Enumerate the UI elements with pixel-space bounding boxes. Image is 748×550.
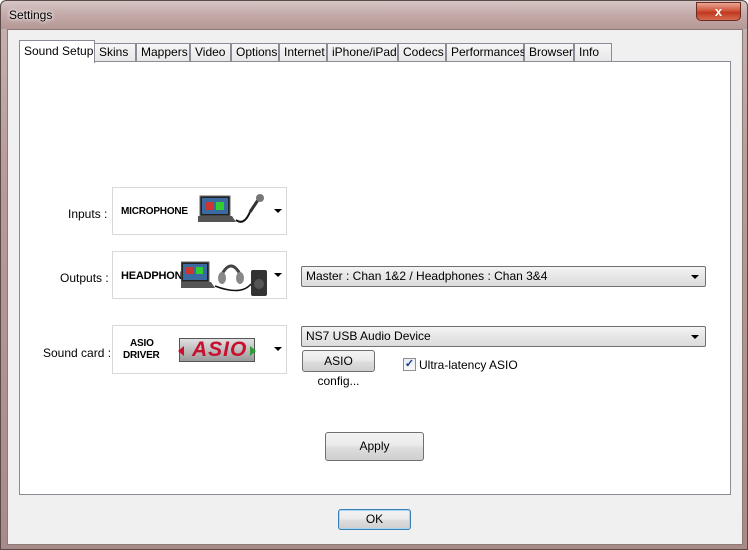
title-bar[interactable]: Settings x [1,1,747,29]
settings-window: Settings x Sound Setup Skins Mappers Vid… [0,0,748,550]
chevron-down-icon [274,347,282,351]
tab-iphone-ipad[interactable]: iPhone/iPad [327,43,398,62]
close-icon: x [714,4,723,19]
chevron-down-icon [691,275,699,279]
chevron-down-icon [274,209,282,213]
outputs-selector[interactable]: HEADPHONES [112,251,287,299]
chevron-down-icon [274,273,282,277]
asio-right-arrow-icon [250,346,256,356]
sound-device-select[interactable]: NS7 USB Audio Device [301,326,706,347]
asio-config-button[interactable]: ASIO config... [302,350,375,388]
tab-codecs[interactable]: Codecs [398,43,446,62]
tab-performances[interactable]: Performances [446,43,526,62]
tab-mappers[interactable]: Mappers [136,43,190,62]
ultra-latency-label: Ultra-latency ASIO [419,358,518,372]
tab-internet[interactable]: Internet [279,43,327,62]
asio-driver-line1: ASIO [130,338,154,349]
ok-button[interactable]: OK [338,509,411,530]
outputs-label: Outputs : [60,271,109,285]
sound-card-label: Sound card : [43,346,112,360]
sound-card-selector[interactable]: ASIO DRIVER ASIO [112,325,287,374]
close-button[interactable]: x [696,2,741,21]
asio-left-arrow-icon [178,346,184,356]
tab-sound-setup[interactable]: Sound Setup [19,40,95,63]
output-routing-value: Master : Chan 1&2 / Headphones : Chan 3&… [306,269,548,283]
tab-skins[interactable]: Skins [94,43,136,62]
tab-video[interactable]: Video [190,43,231,62]
tab-options[interactable]: Options [231,43,279,62]
output-routing-select[interactable]: Master : Chan 1&2 / Headphones : Chan 3&… [301,266,706,287]
window-title: Settings [9,8,53,22]
apply-button[interactable]: Apply [325,432,424,461]
inputs-label: Inputs : [68,207,108,221]
sound-setup-panel: Inputs : MICROPHONE Outputs : HEADPHONES [19,61,731,495]
laptop-microphone-icon [198,194,264,223]
microphone-text: MICROPHONE [121,206,188,217]
asio-logo: ASIO [178,338,256,362]
sound-device-value: NS7 USB Audio Device [306,329,431,343]
tab-browser[interactable]: Browser [524,43,574,62]
chevron-down-icon [691,335,699,339]
inputs-selector[interactable]: MICROPHONE [112,187,287,235]
ultra-latency-checkbox[interactable]: ✓ [403,358,416,371]
laptop-headphones-speaker-icon [181,261,267,296]
checkmark-icon: ✓ [404,358,415,370]
tab-info[interactable]: Info [574,43,612,62]
dialog-body: Sound Setup Skins Mappers Video Options … [7,29,743,545]
asio-driver-line2: DRIVER [123,350,160,361]
